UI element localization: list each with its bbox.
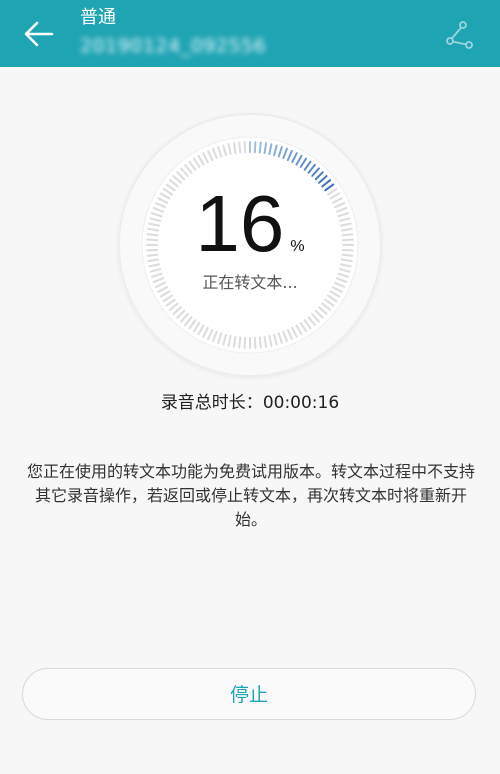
progress-tick-active <box>258 141 262 154</box>
trial-notice: 您正在使用的转文本功能为免费试用版本。转文本过程中不支持其它录音操作，若返回或停… <box>26 462 475 529</box>
progress-tick <box>258 336 262 349</box>
app-bar: 普通 20190124_092556 <box>0 0 500 67</box>
recording-duration: 录音总时长：00:00:16 <box>0 388 500 413</box>
stop-button[interactable]: 停止 <box>22 668 476 720</box>
back-button[interactable] <box>22 17 56 51</box>
progress-tick <box>253 336 257 349</box>
arrow-left-icon <box>24 21 54 47</box>
progress-unit: % <box>290 238 305 255</box>
progress-tick <box>238 141 242 154</box>
recording-filename: 20190124_092556 <box>80 35 267 57</box>
share-icon <box>446 21 473 49</box>
duration-label: 录音总时长： <box>160 393 263 413</box>
duration-value: 00:00:16 <box>262 393 340 413</box>
progress-status: 正在转文本... <box>202 273 298 292</box>
progress-tick <box>243 336 247 349</box>
progress-tick-active <box>253 141 257 154</box>
progress-tick <box>238 336 242 349</box>
progress-ring: 16% 正在转文本... <box>115 110 385 380</box>
progress-value: 16% <box>115 182 385 266</box>
progress-tick <box>243 141 247 154</box>
page-title: 普通 <box>80 7 116 28</box>
progress-percent: 16 <box>195 179 285 268</box>
share-button[interactable] <box>444 20 474 50</box>
